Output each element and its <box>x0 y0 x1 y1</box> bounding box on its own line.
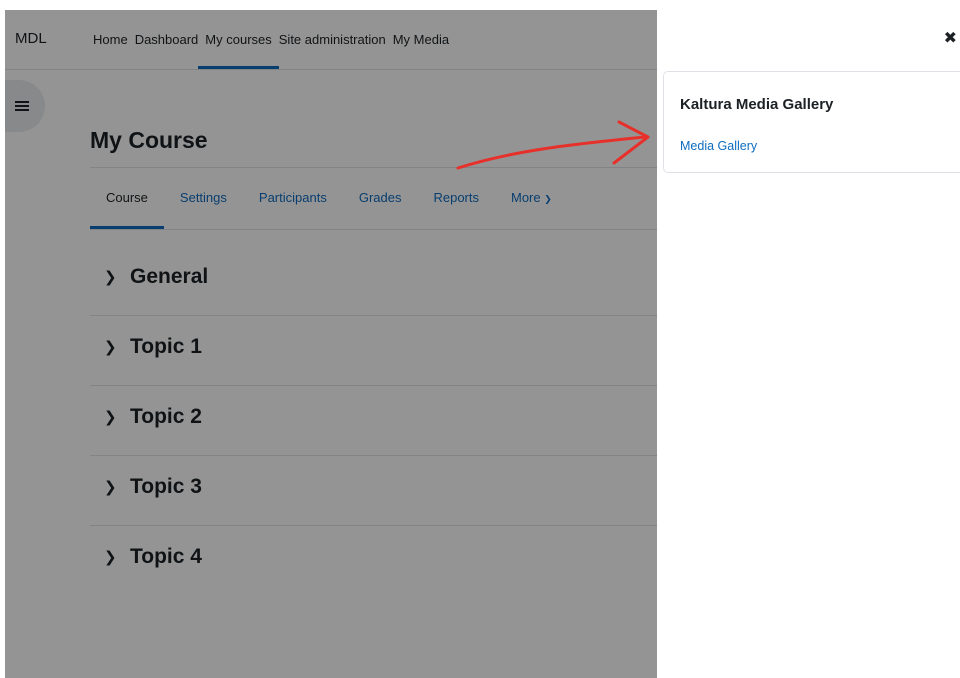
app-frame: MDL Home Dashboard My courses Site admin… <box>5 10 960 678</box>
media-gallery-link[interactable]: Media Gallery <box>680 139 757 153</box>
block-drawer: ✖ Kaltura Media Gallery Media Gallery <box>657 10 960 678</box>
close-icon[interactable]: ✖ <box>944 28 957 48</box>
kaltura-block: Kaltura Media Gallery Media Gallery <box>663 71 960 173</box>
block-title: Kaltura Media Gallery <box>680 96 834 113</box>
modal-backdrop[interactable] <box>5 10 657 678</box>
